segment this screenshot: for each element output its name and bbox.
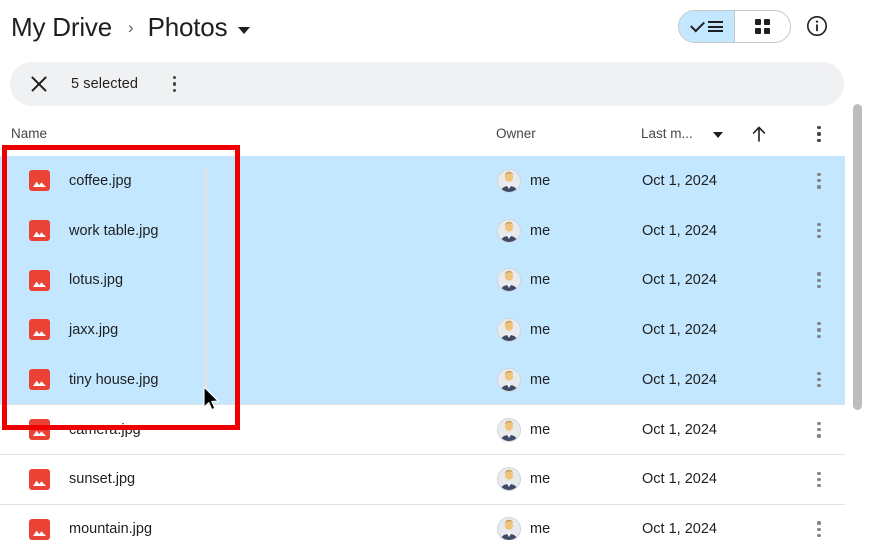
list-icon <box>707 21 723 32</box>
file-name: jaxx.jpg <box>69 321 119 338</box>
row-more-icon[interactable] <box>808 220 830 242</box>
selection-toolbar: 5 selected <box>10 62 844 106</box>
image-file-icon <box>29 319 50 341</box>
file-name: mountain.jpg <box>69 521 153 538</box>
owner-cell: me <box>497 317 551 342</box>
table-row[interactable]: tiny house.jpg me Oct 1, 2024 <box>0 354 845 405</box>
grid-view-button[interactable] <box>735 11 790 42</box>
owner-name: me <box>530 421 551 438</box>
owner-name: me <box>530 272 551 289</box>
image-file-icon <box>29 269 50 291</box>
owner-cell: me <box>497 517 550 540</box>
owner-name: me <box>530 371 551 388</box>
file-name: work table.jpg <box>69 222 159 239</box>
file-list: coffee.jpg me Oct 1, 2024 work table.jpg me O… <box>0 156 845 540</box>
table-row[interactable]: work table.jpg me Oct 1, 2024 <box>0 205 845 256</box>
table-row[interactable]: sunset.jpg me Oct 1, 2024 <box>0 454 845 504</box>
selection-more-icon[interactable] <box>162 72 186 96</box>
image-file-icon <box>29 369 50 391</box>
image-file-icon <box>29 220 50 242</box>
last-modified-date: Oct 1, 2024 <box>642 371 717 388</box>
page-scrollbar-thumb[interactable] <box>853 104 862 410</box>
row-more-icon[interactable] <box>808 170 830 192</box>
selected-count-label: 5 selected <box>71 76 139 92</box>
file-name: tiny house.jpg <box>69 371 159 388</box>
last-modified-date: Oct 1, 2024 <box>642 421 717 438</box>
owner-name: me <box>530 521 551 538</box>
table-row[interactable]: mountain.jpg me Oct 1, 2024 <box>0 503 845 540</box>
image-file-icon <box>29 170 50 192</box>
table-row[interactable]: jaxx.jpg me Oct 1, 2024 <box>0 305 845 355</box>
owner-cell: me <box>497 417 551 442</box>
avatar <box>497 467 521 492</box>
info-icon[interactable] <box>806 15 828 37</box>
column-header-last-modified[interactable]: Last m... <box>641 126 693 141</box>
image-file-icon <box>29 518 50 540</box>
view-toggle[interactable] <box>678 10 791 43</box>
file-name: lotus.jpg <box>69 272 124 289</box>
row-more-icon[interactable] <box>808 468 830 490</box>
column-more-icon[interactable] <box>808 123 830 145</box>
table-row[interactable]: camera.jpg me Oct 1, 2024 <box>0 404 845 455</box>
last-modified-date: Oct 1, 2024 <box>642 521 717 538</box>
grid-icon <box>755 19 770 34</box>
row-more-icon[interactable] <box>808 518 830 540</box>
owner-cell: me <box>497 367 551 392</box>
column-header-name[interactable]: Name <box>11 126 47 141</box>
owner-cell: me <box>497 218 551 243</box>
row-more-icon[interactable] <box>808 369 830 391</box>
check-icon <box>689 17 705 33</box>
breadcrumb-separator-icon: › <box>127 18 134 37</box>
avatar <box>497 317 521 342</box>
column-header-owner[interactable]: Owner <box>496 126 536 141</box>
last-modified-date: Oct 1, 2024 <box>642 321 717 338</box>
last-modified-date: Oct 1, 2024 <box>642 172 717 189</box>
table-row[interactable]: lotus.jpg me Oct 1, 2024 <box>0 255 845 306</box>
owner-cell: me <box>497 268 551 293</box>
owner-cell: me <box>497 168 551 193</box>
image-file-icon <box>29 419 50 441</box>
image-file-icon <box>29 468 50 490</box>
row-more-icon[interactable] <box>808 319 830 341</box>
file-name: sunset.jpg <box>69 471 136 488</box>
owner-name: me <box>530 471 551 488</box>
avatar <box>497 417 521 442</box>
avatar <box>497 168 521 193</box>
file-name: camera.jpg <box>69 421 141 438</box>
avatar <box>497 268 521 293</box>
close-icon[interactable] <box>28 73 50 95</box>
avatar <box>497 367 521 392</box>
file-name: coffee.jpg <box>69 172 132 189</box>
chevron-down-icon[interactable] <box>713 132 723 138</box>
row-more-icon[interactable] <box>808 419 830 441</box>
avatar <box>497 218 521 243</box>
owner-name: me <box>530 222 551 239</box>
last-modified-date: Oct 1, 2024 <box>642 222 717 239</box>
last-modified-date: Oct 1, 2024 <box>642 272 717 289</box>
column-header-row: Name Owner Last m... <box>0 120 845 150</box>
row-more-icon[interactable] <box>808 269 830 291</box>
breadcrumb-root[interactable]: My Drive <box>11 12 112 43</box>
owner-name: me <box>530 172 551 189</box>
arrow-up-icon[interactable] <box>750 124 768 144</box>
avatar <box>497 517 521 540</box>
owner-cell: me <box>497 467 551 492</box>
owner-name: me <box>530 321 551 338</box>
table-row[interactable]: coffee.jpg me Oct 1, 2024 <box>0 156 845 206</box>
list-view-button[interactable] <box>679 11 735 42</box>
breadcrumb-current-folder[interactable]: Photos <box>148 12 228 43</box>
last-modified-date: Oct 1, 2024 <box>642 471 717 488</box>
chevron-down-icon[interactable] <box>238 26 251 34</box>
name-column-scrollbar[interactable] <box>205 168 208 388</box>
